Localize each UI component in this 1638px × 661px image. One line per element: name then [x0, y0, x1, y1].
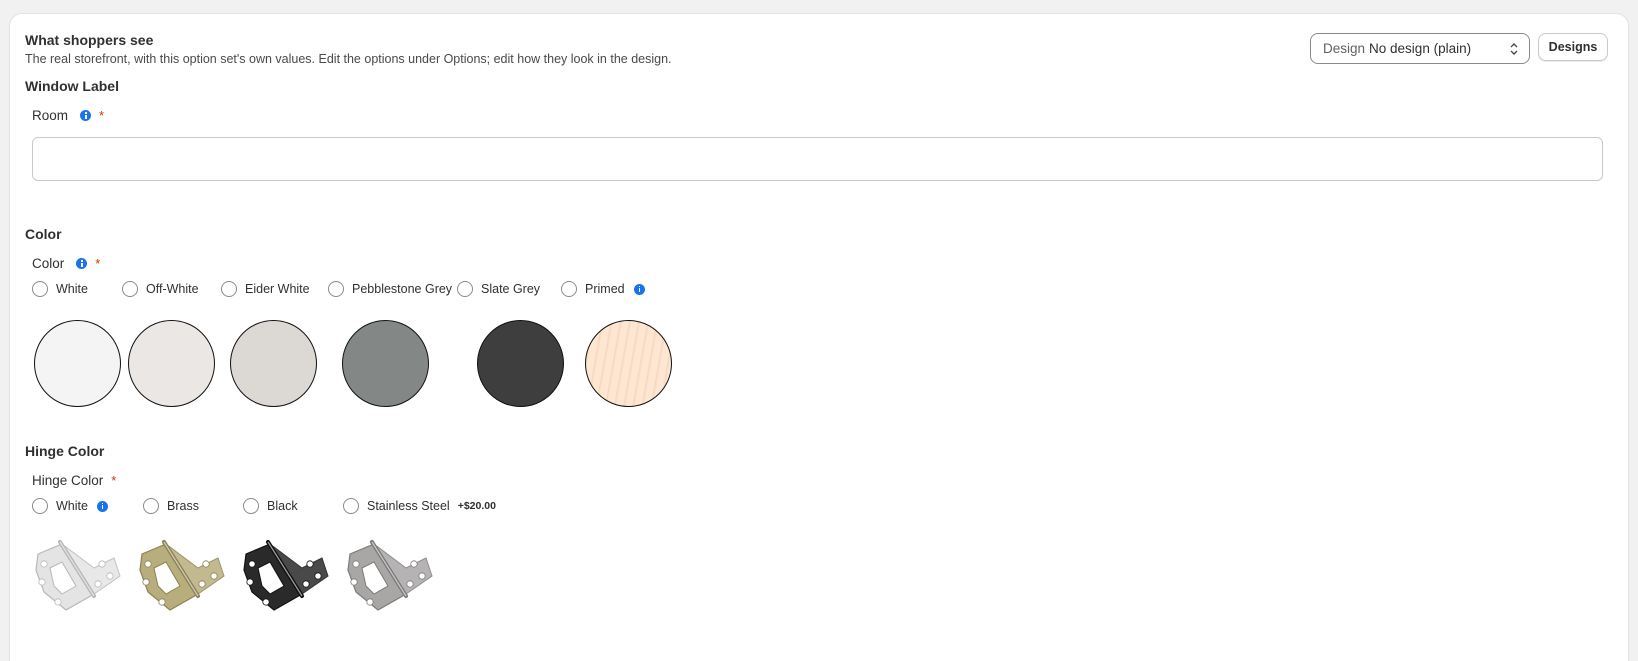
preview-title: What shoppers see — [25, 32, 154, 48]
color-label-text: Color — [32, 256, 65, 271]
radio-button[interactable] — [457, 281, 473, 297]
color-option-off-white[interactable]: Off-White — [122, 281, 199, 297]
info-icon[interactable] — [96, 500, 108, 512]
hinge-option-white[interactable]: White — [32, 498, 108, 514]
preview-card: What shoppers see The real storefront, w… — [10, 14, 1628, 661]
color-option-white[interactable]: White — [32, 281, 88, 297]
option-label: Off-White — [146, 282, 199, 296]
hinge-option-stainless-steel[interactable]: Stainless Steel +$20.00 — [343, 498, 496, 514]
radio-button[interactable] — [221, 281, 237, 297]
select-chevron-icon — [1510, 43, 1518, 55]
hinge-color-field-label: Hinge Color * — [32, 473, 116, 488]
radio-button[interactable] — [143, 498, 159, 514]
hinge-image-brass[interactable] — [136, 536, 226, 616]
info-icon[interactable] — [633, 283, 645, 295]
color-section-title: Color — [25, 226, 62, 242]
room-field-label: Room * — [32, 108, 104, 123]
hinge-image-black[interactable] — [240, 536, 330, 616]
option-label: Stainless Steel — [367, 499, 450, 513]
color-field-label: Color * — [32, 256, 100, 271]
info-icon[interactable] — [76, 258, 88, 269]
design-select-value: No design (plain) — [1369, 41, 1472, 56]
color-swatch-primed[interactable] — [585, 320, 672, 407]
color-option-primed[interactable]: Primed — [561, 281, 645, 297]
hinge-image-stainless-steel[interactable] — [344, 536, 434, 616]
radio-button[interactable] — [122, 281, 138, 297]
color-swatch-eider-white[interactable] — [230, 320, 317, 407]
required-mark: * — [111, 473, 117, 488]
color-swatch-slate-grey[interactable] — [477, 320, 564, 407]
color-swatch-off-white[interactable] — [128, 320, 215, 407]
option-label: Black — [267, 499, 298, 513]
option-label: Eider White — [245, 282, 310, 296]
info-icon[interactable] — [80, 110, 92, 121]
option-label: White — [56, 499, 88, 513]
designs-button[interactable]: Designs — [1538, 33, 1608, 61]
radio-button[interactable] — [343, 498, 359, 514]
hinge-color-label-text: Hinge Color — [32, 473, 104, 488]
color-option-eider-white[interactable]: Eider White — [221, 281, 310, 297]
option-label: Slate Grey — [481, 282, 541, 296]
required-mark: * — [95, 256, 101, 271]
hinge-color-section-title: Hinge Color — [25, 443, 105, 459]
radio-button[interactable] — [561, 281, 577, 297]
radio-button[interactable] — [32, 498, 48, 514]
hinge-option-brass[interactable]: Brass — [143, 498, 199, 514]
radio-button[interactable] — [243, 498, 259, 514]
radio-button[interactable] — [328, 281, 344, 297]
option-label: Pebblestone Grey — [352, 282, 453, 296]
radio-button[interactable] — [32, 281, 48, 297]
room-input[interactable] — [32, 137, 1603, 181]
option-label: Brass — [167, 499, 199, 513]
design-select-label: Design — [1323, 41, 1366, 56]
color-swatch-pebblestone-grey[interactable] — [342, 320, 429, 407]
price-badge: +$20.00 — [457, 500, 496, 512]
required-mark: * — [99, 108, 105, 123]
option-label: Primed — [585, 282, 625, 296]
room-label-text: Room — [32, 108, 69, 123]
preview-subtitle: The real storefront, with this option se… — [25, 52, 672, 66]
window-label-section-title: Window Label — [25, 78, 119, 94]
color-swatch-white[interactable] — [34, 320, 121, 407]
option-label: White — [56, 282, 88, 296]
color-option-pebblestone-grey[interactable]: Pebblestone Grey — [328, 281, 452, 297]
color-option-slate-grey[interactable]: Slate Grey — [457, 281, 540, 297]
design-select[interactable]: Design No design (plain) — [1310, 33, 1530, 64]
hinge-option-black[interactable]: Black — [243, 498, 298, 514]
hinge-image-white[interactable] — [32, 536, 122, 616]
